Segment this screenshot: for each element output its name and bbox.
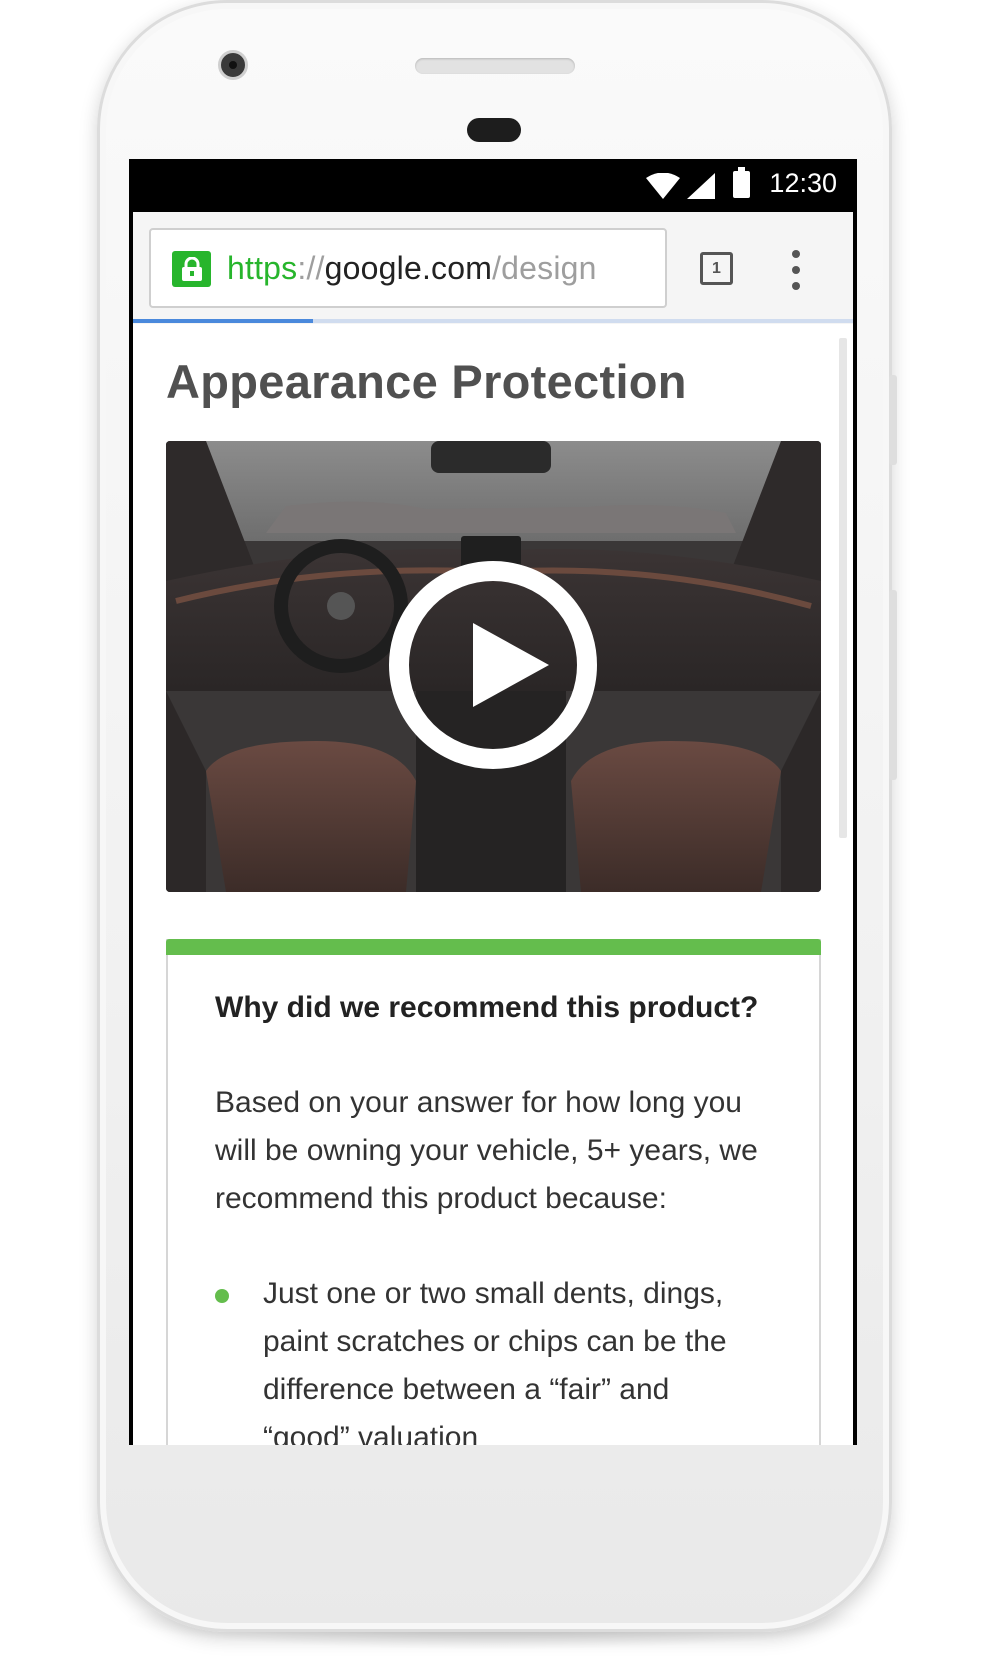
url-separator: :// [297, 250, 325, 286]
status-time: 12:30 [769, 168, 837, 198]
url-path: /design [492, 250, 597, 286]
tab-switcher-button[interactable]: 1 [700, 252, 733, 285]
url-text[interactable]: https://google.com/design [227, 250, 597, 287]
proximity-sensor [467, 118, 521, 142]
secure-lock-icon[interactable] [172, 251, 211, 287]
progress-fill [133, 319, 313, 323]
scrollbar[interactable] [839, 338, 847, 838]
card-accent-bar [166, 939, 821, 955]
phone-screen: 12:30 https://google.com/design 1 Appear… [129, 159, 857, 1445]
card-body-text: Based on your answer for how long you wi… [215, 1086, 758, 1215]
page-title: Appearance Protection [166, 355, 687, 408]
recommendation-card: Why did we recommend this product? Based… [166, 939, 821, 1445]
front-camera [218, 50, 248, 80]
volume-button [889, 590, 897, 780]
cell-signal-icon [687, 173, 715, 199]
battery-icon [733, 167, 750, 198]
play-icon[interactable] [389, 561, 597, 769]
url-host: google.com [324, 250, 493, 286]
list-item: Just one or two small dents, dings, pain… [263, 1277, 727, 1445]
wifi-icon [646, 173, 680, 199]
status-bar: 12:30 [129, 159, 857, 212]
power-button [889, 375, 897, 465]
overflow-menu-icon[interactable] [788, 250, 804, 290]
card-heading: Why did we recommend this product? [215, 991, 759, 1024]
earpiece-speaker [415, 58, 575, 74]
address-bar[interactable]: https://google.com/design [149, 228, 667, 308]
url-scheme: https [227, 250, 298, 286]
browser-toolbar: https://google.com/design 1 [133, 212, 853, 324]
page-load-progress [133, 319, 853, 323]
video-player[interactable] [166, 441, 821, 892]
bullet-icon [215, 1289, 229, 1303]
web-page-content: Appearance Protection Why did we recomme… [133, 324, 853, 1445]
